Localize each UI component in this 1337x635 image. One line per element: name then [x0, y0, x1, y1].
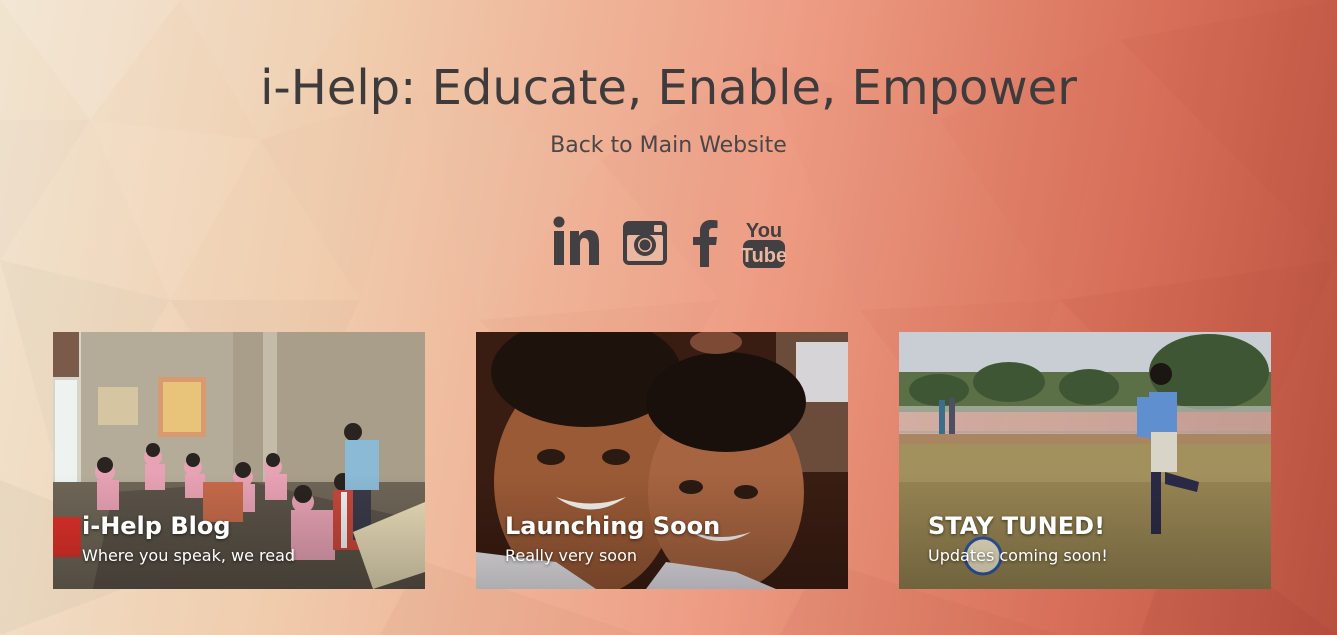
facebook-link[interactable]	[689, 215, 721, 271]
card-title: i-Help Blog	[82, 512, 231, 540]
youtube-link[interactable]: You Tube	[741, 215, 787, 271]
card-blog[interactable]: i-Help Blog Where you speak, we read	[53, 332, 425, 589]
page-title: i-Help: Educate, Enable, Empower	[260, 60, 1077, 116]
card-subtitle: Really very soon	[505, 546, 637, 565]
instagram-icon	[622, 221, 667, 265]
instagram-link[interactable]	[621, 215, 669, 271]
youtube-you-text: You	[745, 220, 781, 242]
linkedin-link[interactable]	[551, 215, 601, 271]
card-subtitle: Updates coming soon!	[928, 546, 1108, 565]
card-launching-soon[interactable]: Launching Soon Really very soon	[476, 332, 848, 589]
card-title: Launching Soon	[505, 512, 721, 540]
back-to-main-link[interactable]: Back to Main Website	[0, 133, 1337, 158]
card-title: STAY TUNED!	[928, 512, 1106, 540]
linkedin-icon	[553, 216, 599, 265]
social-links: You Tube	[0, 215, 1337, 271]
card-subtitle: Where you speak, we read	[82, 546, 296, 565]
facebook-icon	[692, 220, 717, 267]
youtube-tube-text: Tube	[741, 245, 787, 267]
card-stay-tuned[interactable]: STAY TUNED! Updates coming soon!	[899, 332, 1271, 589]
youtube-icon: You Tube	[741, 220, 787, 268]
